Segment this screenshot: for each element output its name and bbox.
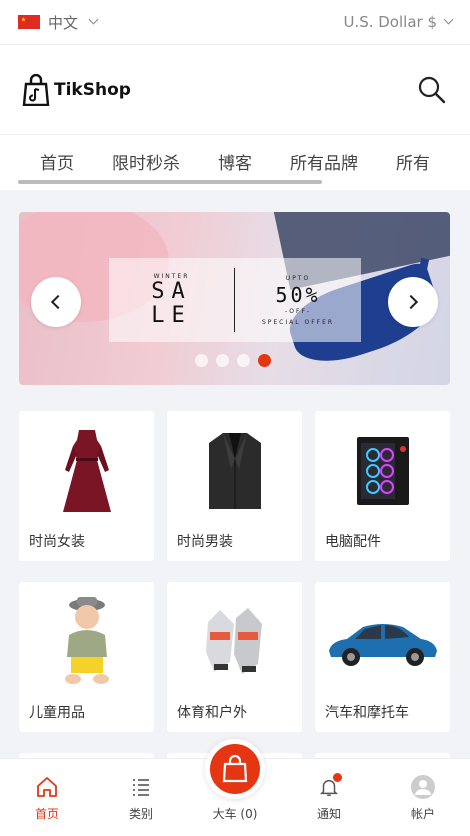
pagination-dot[interactable] <box>216 354 229 367</box>
banner-percent-text: 50% <box>275 282 321 307</box>
nav-scrollbar[interactable] <box>18 180 322 184</box>
category-label: 时尚男装 <box>177 534 233 550</box>
language-label: 中文 <box>48 13 79 32</box>
category-label: 体育和户外 <box>177 705 247 721</box>
shopping-bag-logo-icon <box>22 73 50 106</box>
category-label: 电脑配件 <box>325 534 381 550</box>
nav-item-flash-sale[interactable]: 限时秒杀 <box>94 149 200 174</box>
language-selector[interactable]: 中文 <box>18 12 99 33</box>
category-grid: 时尚女装 时尚男装 电脑配件 儿童用品 体育和户外 汽车和摩托车 <box>19 411 450 765</box>
bell-icon-wrap <box>317 773 342 799</box>
search-icon[interactable] <box>416 74 448 106</box>
pagination-dot-active[interactable] <box>258 354 271 367</box>
category-card[interactable]: 汽车和摩托车 <box>315 582 450 732</box>
nav-item-all-brands[interactable]: 所有品牌 <box>272 149 378 174</box>
banner-next-button[interactable] <box>388 277 438 327</box>
category-card[interactable]: 时尚男装 <box>167 411 302 561</box>
category-card[interactable]: 体育和户外 <box>167 582 302 732</box>
category-card[interactable]: 电脑配件 <box>315 411 450 561</box>
tab-account[interactable]: 帐户 <box>388 775 458 822</box>
tab-categories-label: 类别 <box>128 807 153 821</box>
currency-label: U.S. Dollar $ <box>343 13 437 31</box>
banner-upto-text: UPTO <box>285 274 311 282</box>
tab-notifications[interactable]: 通知 <box>294 773 364 822</box>
suit-jacket-icon <box>208 432 261 509</box>
header: TikShop <box>0 45 470 134</box>
banner-off-text: -OFF- <box>284 307 312 315</box>
cart-button[interactable] <box>205 739 265 799</box>
tab-categories[interactable]: 类别 <box>106 775 176 822</box>
chevron-down-icon <box>88 14 99 24</box>
category-label: 汽车和摩托车 <box>325 705 409 721</box>
child-icon <box>64 596 109 684</box>
home-icon <box>37 777 57 797</box>
list-icon <box>133 779 149 796</box>
tab-home-label: 首页 <box>34 807 59 821</box>
banner-pagination <box>195 354 271 367</box>
avatar <box>411 775 435 799</box>
logo[interactable]: TikShop <box>22 73 131 106</box>
nav-item-blog[interactable]: 博客 <box>200 149 272 174</box>
category-label: 时尚女装 <box>29 534 85 550</box>
car-icon <box>329 623 437 666</box>
pc-case-icon <box>356 437 409 505</box>
banner-sale-text-1: SA <box>151 278 192 304</box>
sale-box: WINTER SA LE UPTO 50% -OFF- SPECIAL OFFE… <box>109 258 361 342</box>
chevron-left-icon <box>50 294 66 310</box>
banner-sale-text-2: LE <box>151 302 192 328</box>
gloves-icon <box>205 608 262 674</box>
notification-badge <box>333 773 342 782</box>
shopping-bag-icon <box>222 755 248 783</box>
china-flag-icon <box>18 15 40 29</box>
banner-special-offer-text: SPECIAL OFFER <box>261 318 335 326</box>
pagination-dot[interactable] <box>237 354 250 367</box>
logo-text: TikShop <box>54 79 131 100</box>
category-nav: 首页 限时秒杀 博客 所有品牌 所有 <box>0 134 470 190</box>
tab-cart-label: 大车 (0) <box>212 807 258 821</box>
pagination-dot[interactable] <box>195 354 208 367</box>
top-bar: 中文 U.S. Dollar $ <box>0 0 470 45</box>
category-card[interactable]: 时尚女装 <box>19 411 154 561</box>
dress-icon <box>62 430 111 512</box>
currency-selector[interactable]: U.S. Dollar $ <box>343 13 454 31</box>
tab-notifications-label: 通知 <box>316 807 341 821</box>
nav-item-home[interactable]: 首页 <box>20 149 94 174</box>
chevron-down-icon <box>443 14 454 24</box>
tab-account-label: 帐户 <box>410 807 435 821</box>
chevron-right-icon <box>403 294 419 310</box>
category-label: 儿童用品 <box>29 705 85 721</box>
category-card[interactable]: 儿童用品 <box>19 582 154 732</box>
nav-item-all-categories[interactable]: 所有 <box>378 149 450 174</box>
banner-prev-button[interactable] <box>31 277 81 327</box>
tab-home[interactable]: 首页 <box>12 775 82 822</box>
